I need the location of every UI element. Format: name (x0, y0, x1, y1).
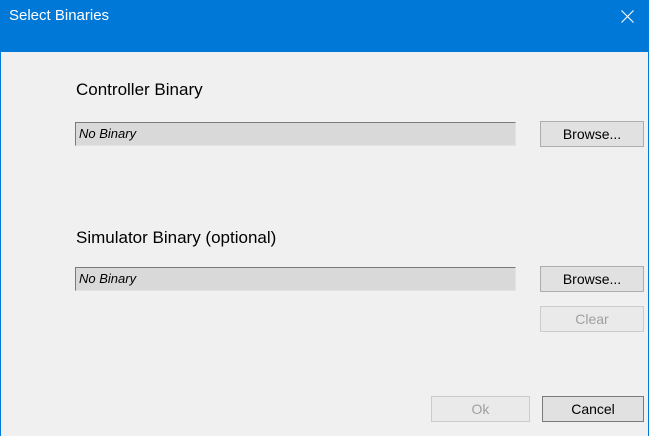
simulator-binary-field: No Binary (75, 267, 516, 291)
close-button[interactable] (604, 0, 649, 32)
controller-browse-button[interactable]: Browse... (540, 121, 644, 147)
controller-binary-heading: Controller Binary (76, 80, 203, 99)
controller-binary-field: No Binary (75, 122, 516, 146)
simulator-browse-button[interactable]: Browse... (540, 266, 644, 292)
window-title: Select Binaries (9, 7, 110, 24)
close-icon (620, 9, 634, 23)
ok-button[interactable]: Ok (431, 396, 530, 422)
title-bar[interactable]: Select Binaries (1, 0, 649, 52)
cancel-button[interactable]: Cancel (542, 396, 644, 422)
select-binaries-dialog: Select Binaries Controller Binary No Bin… (0, 0, 649, 436)
simulator-binary-heading: Simulator Binary (optional) (76, 228, 277, 247)
simulator-clear-button[interactable]: Clear (540, 306, 644, 332)
